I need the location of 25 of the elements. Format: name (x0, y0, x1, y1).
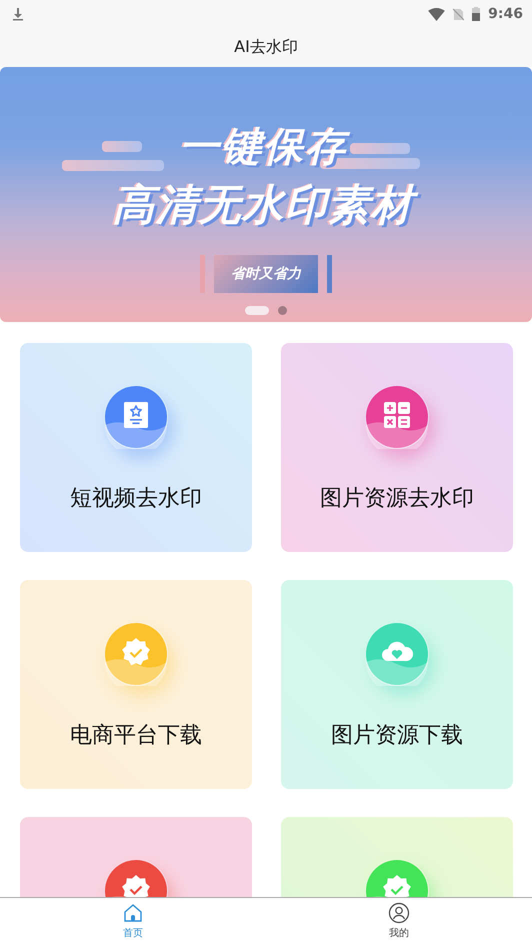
decor-bar (200, 255, 205, 293)
feature-card[interactable]: 图片资源去水印 (281, 343, 513, 552)
battery-icon (472, 7, 480, 21)
clock-time: 9:46 (488, 6, 523, 22)
feature-card[interactable]: 图片资源下载 (281, 580, 513, 789)
profile-icon (388, 902, 410, 924)
decor-bar (350, 143, 410, 154)
card-title: 电商平台下载 (70, 722, 202, 750)
card-title: 短视频去水印 (70, 485, 202, 513)
home-icon (122, 902, 144, 924)
banner-headline: 一键保存 (175, 123, 357, 177)
carousel-dot[interactable] (278, 306, 287, 315)
card-title: 图片资源去水印 (320, 485, 474, 513)
card-title: 图片资源下载 (331, 722, 463, 750)
app-title: AI去水印 (234, 37, 298, 58)
no-sim-icon (453, 8, 464, 20)
banner-tag: 省时又省力 (214, 255, 318, 293)
banner-subheadline: 高清无水印素材 (108, 180, 424, 236)
decor-bar (327, 255, 332, 293)
decor-bar (102, 141, 142, 152)
feature-card[interactable]: 电商平台下载 (20, 580, 252, 789)
wifi-icon (428, 8, 446, 20)
nav-tab[interactable]: 我的 (266, 898, 532, 947)
download-icon (11, 7, 25, 21)
feature-card[interactable]: 短视频去水印 (20, 343, 252, 552)
